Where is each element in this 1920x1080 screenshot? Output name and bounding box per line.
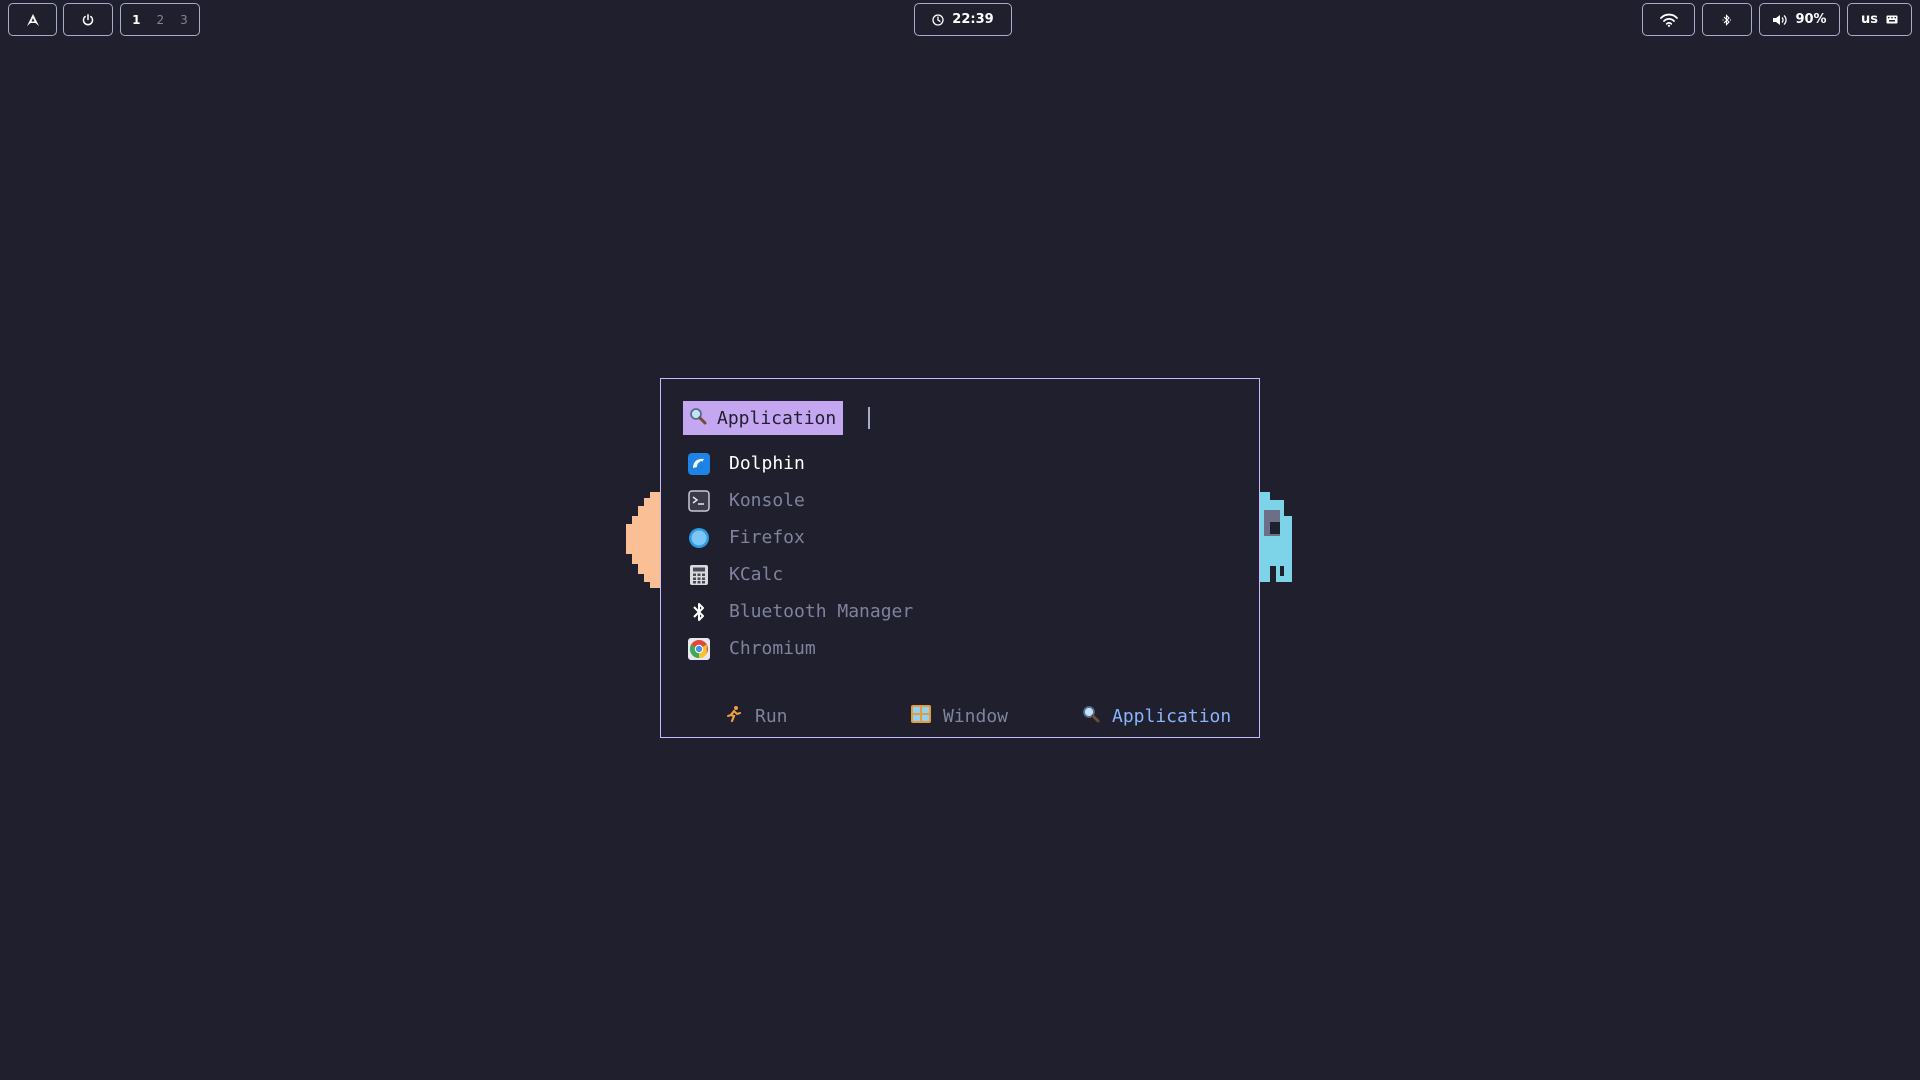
power-button[interactable]: [63, 3, 113, 36]
terminal-icon: [688, 489, 710, 512]
mode-run-button[interactable]: Run: [725, 701, 788, 731]
dolphin-icon: [688, 452, 710, 475]
clock-module[interactable]: 22:39: [914, 3, 1012, 36]
list-item-dolphin[interactable]: Dolphin: [683, 445, 1243, 482]
list-item-label: Konsole: [729, 490, 805, 511]
mode-window-label: Window: [943, 705, 1009, 727]
wifi-module[interactable]: [1642, 3, 1695, 36]
mode-run-label: Run: [755, 705, 788, 727]
mode-window-button[interactable]: Window: [911, 701, 1008, 731]
browser-icon: [688, 527, 710, 549]
list-item-kcalc[interactable]: KCalc: [683, 556, 1243, 593]
mode-application-button[interactable]: Application: [1082, 701, 1231, 731]
list-item-label: Firefox: [729, 527, 805, 548]
search-icon: [1082, 705, 1100, 728]
mode-application-label: Application: [1112, 705, 1232, 727]
arch-logo-icon: [26, 13, 39, 26]
results-list: Dolphin Konsole Firefox KCalc Bluetooth …: [683, 445, 1243, 667]
mode-indicator: Application: [683, 401, 844, 435]
search-input-cursor[interactable]: [868, 407, 870, 429]
keyboard-layout-label: us: [1861, 12, 1878, 27]
list-item-firefox[interactable]: Firefox: [683, 519, 1243, 556]
chromium-icon: [688, 637, 710, 660]
list-item-label: KCalc: [729, 564, 784, 585]
list-item-chromium[interactable]: Chromium: [683, 630, 1243, 667]
calculator-icon: [688, 564, 710, 586]
keyboard-layout-module[interactable]: us: [1847, 3, 1912, 36]
launcher-menu-button[interactable]: [8, 3, 57, 36]
list-item-label: Bluetooth Manager: [729, 601, 914, 622]
clock-icon: [932, 13, 944, 26]
pixel-art-right-ghost-decoration: [1260, 492, 1294, 586]
workspace-3[interactable]: 3: [180, 13, 188, 27]
list-item-label: Dolphin: [729, 453, 805, 474]
pixel-art-left-decoration: [626, 492, 662, 592]
volume-icon: [1772, 14, 1788, 26]
mode-switcher: Run Window Application: [661, 701, 1261, 731]
desktop: 1 2 3 22:39 90% us Application Dolphin K…: [0, 0, 1920, 1080]
app-launcher: Application Dolphin Konsole Firefox KCal…: [660, 378, 1260, 738]
bluetooth-icon: [1722, 13, 1732, 26]
volume-level: 90%: [1795, 12, 1827, 27]
runner-icon: [725, 705, 743, 728]
clock-time: 22:39: [952, 12, 994, 27]
search-icon: [689, 407, 707, 430]
mode-indicator-label: Application: [717, 407, 837, 429]
list-item-konsole[interactable]: Konsole: [683, 482, 1243, 519]
list-item-bluetooth-manager[interactable]: Bluetooth Manager: [683, 593, 1243, 630]
list-item-label: Chromium: [729, 638, 816, 659]
window-icon: [911, 704, 931, 728]
workspace-2[interactable]: 2: [157, 13, 165, 27]
volume-module[interactable]: 90%: [1759, 3, 1840, 36]
wifi-icon: [1659, 13, 1678, 27]
bluetooth-module[interactable]: [1702, 3, 1752, 36]
workspace-1[interactable]: 1: [132, 13, 140, 27]
keyboard-icon: [1886, 15, 1898, 24]
workspace-switcher: 1 2 3: [120, 3, 200, 36]
bluetooth-icon: [688, 601, 710, 623]
power-icon: [82, 13, 94, 26]
